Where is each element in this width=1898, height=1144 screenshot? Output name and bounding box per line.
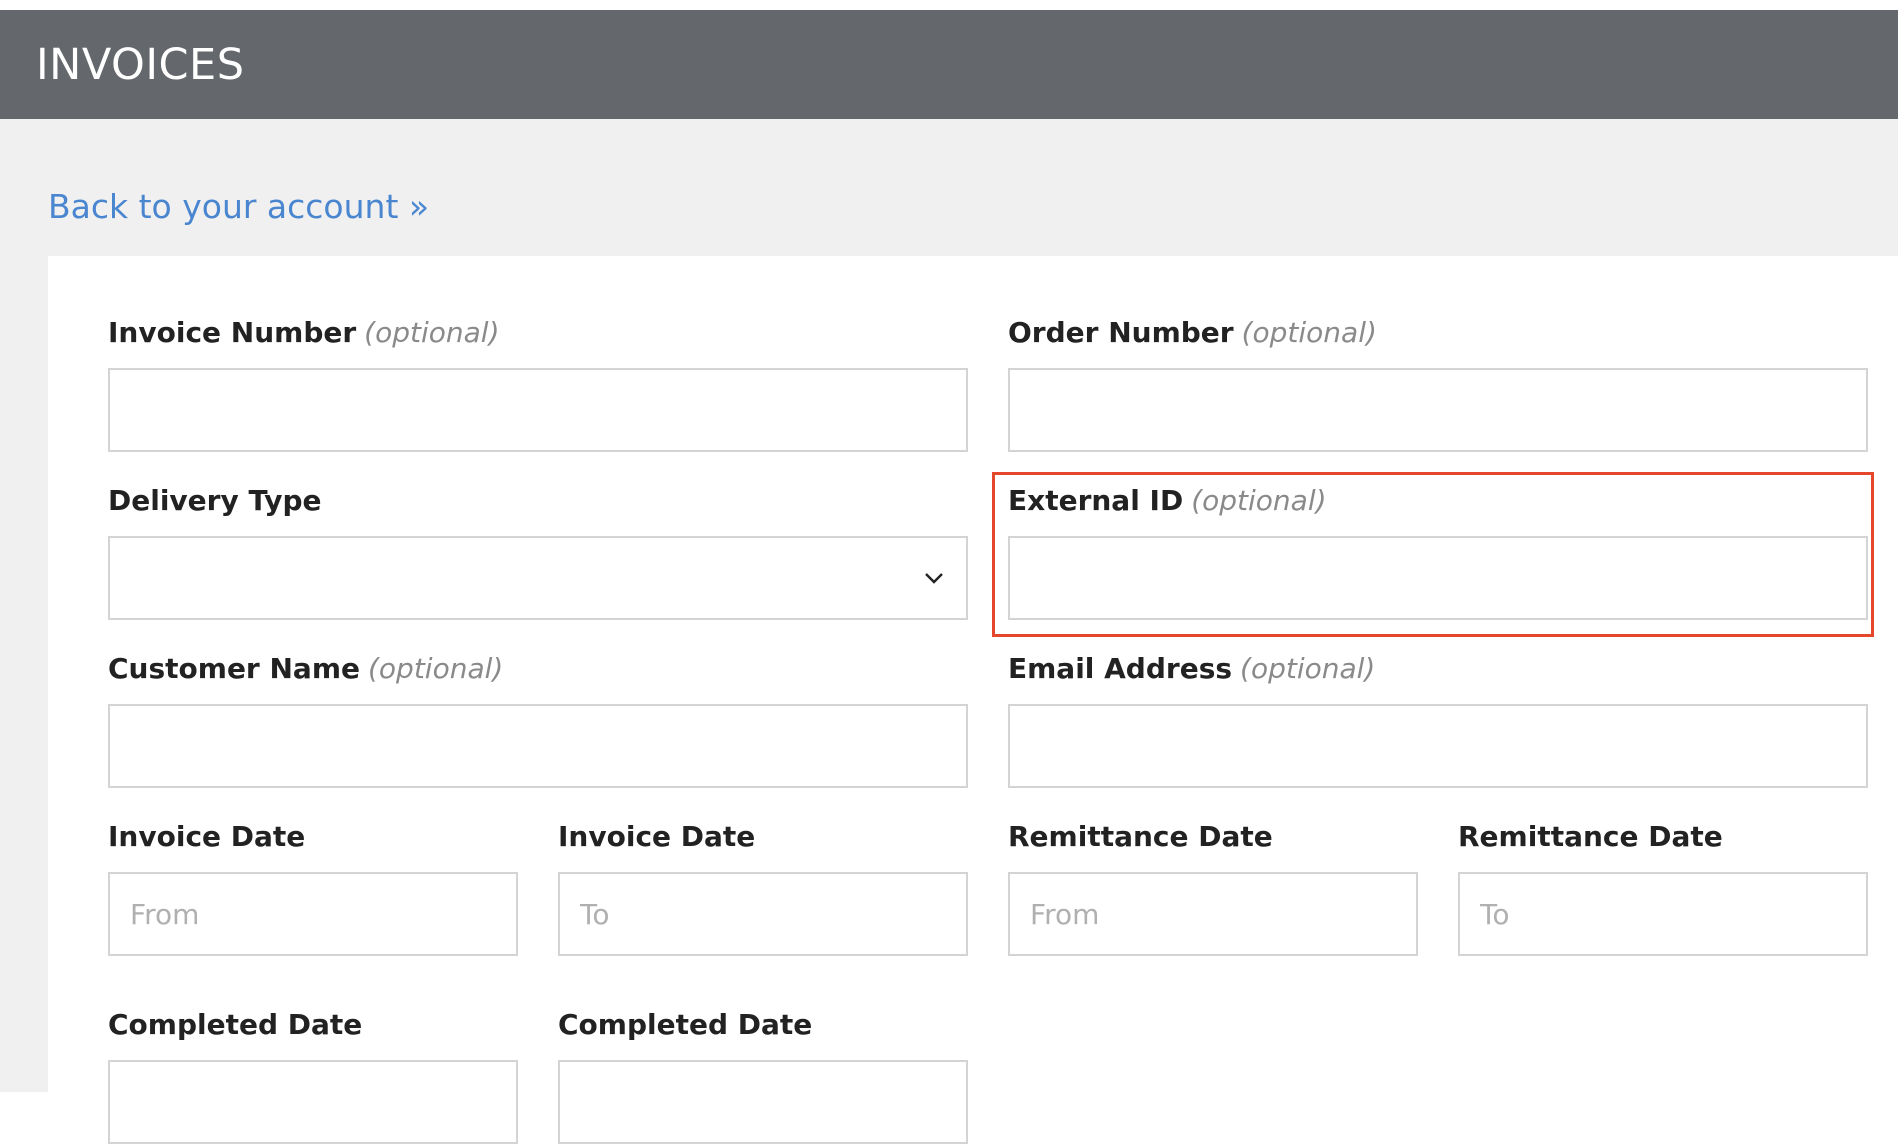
remittance-date-to-input[interactable] [1458,872,1868,956]
optional-hint: (optional) [364,316,500,349]
top-strip [0,0,1898,10]
optional-hint: (optional) [1241,316,1377,349]
delivery-type-label: Delivery Type [108,484,322,517]
order-number-label: Order Number (optional) [1008,314,1377,352]
external-id-highlight [992,472,1874,637]
remittance-date-from-label: Remittance Date [1008,820,1273,853]
back-to-account-link[interactable]: Back to your account » [48,184,429,230]
page-title: INVOICES [36,40,245,90]
invoice-date-from-label: Invoice Date [108,820,306,853]
completed-date-from-input[interactable] [108,1060,518,1144]
completed-date-to-label: Completed Date [558,1008,813,1041]
invoice-date-to-label: Invoice Date [558,820,756,853]
remittance-date-from-input[interactable] [1008,872,1418,956]
email-address-input[interactable] [1008,704,1868,788]
invoice-date-from-input[interactable] [108,872,518,956]
invoice-number-label: Invoice Number (optional) [108,314,500,352]
delivery-type-select[interactable] [108,536,968,620]
completed-date-to-input[interactable] [558,1060,968,1144]
remittance-date-to-label: Remittance Date [1458,820,1723,853]
page-header: INVOICES [0,10,1898,119]
invoice-number-input[interactable] [108,368,968,452]
optional-hint: (optional) [368,652,504,685]
completed-date-from-label: Completed Date [108,1008,363,1041]
customer-name-input[interactable] [108,704,968,788]
chevron-down-icon [925,573,943,584]
email-address-label: Email Address (optional) [1008,650,1375,688]
customer-name-label-text: Customer Name [108,652,360,685]
email-address-label-text: Email Address [1008,652,1233,685]
order-number-label-text: Order Number [1008,316,1234,349]
invoice-number-label-text: Invoice Number [108,316,357,349]
order-number-input[interactable] [1008,368,1868,452]
invoice-search-form: Invoice Number (optional) Order Number (op… [48,256,1898,1144]
optional-hint: (optional) [1240,652,1376,685]
invoice-date-to-input[interactable] [558,872,968,956]
customer-name-label: Customer Name (optional) [108,650,503,688]
